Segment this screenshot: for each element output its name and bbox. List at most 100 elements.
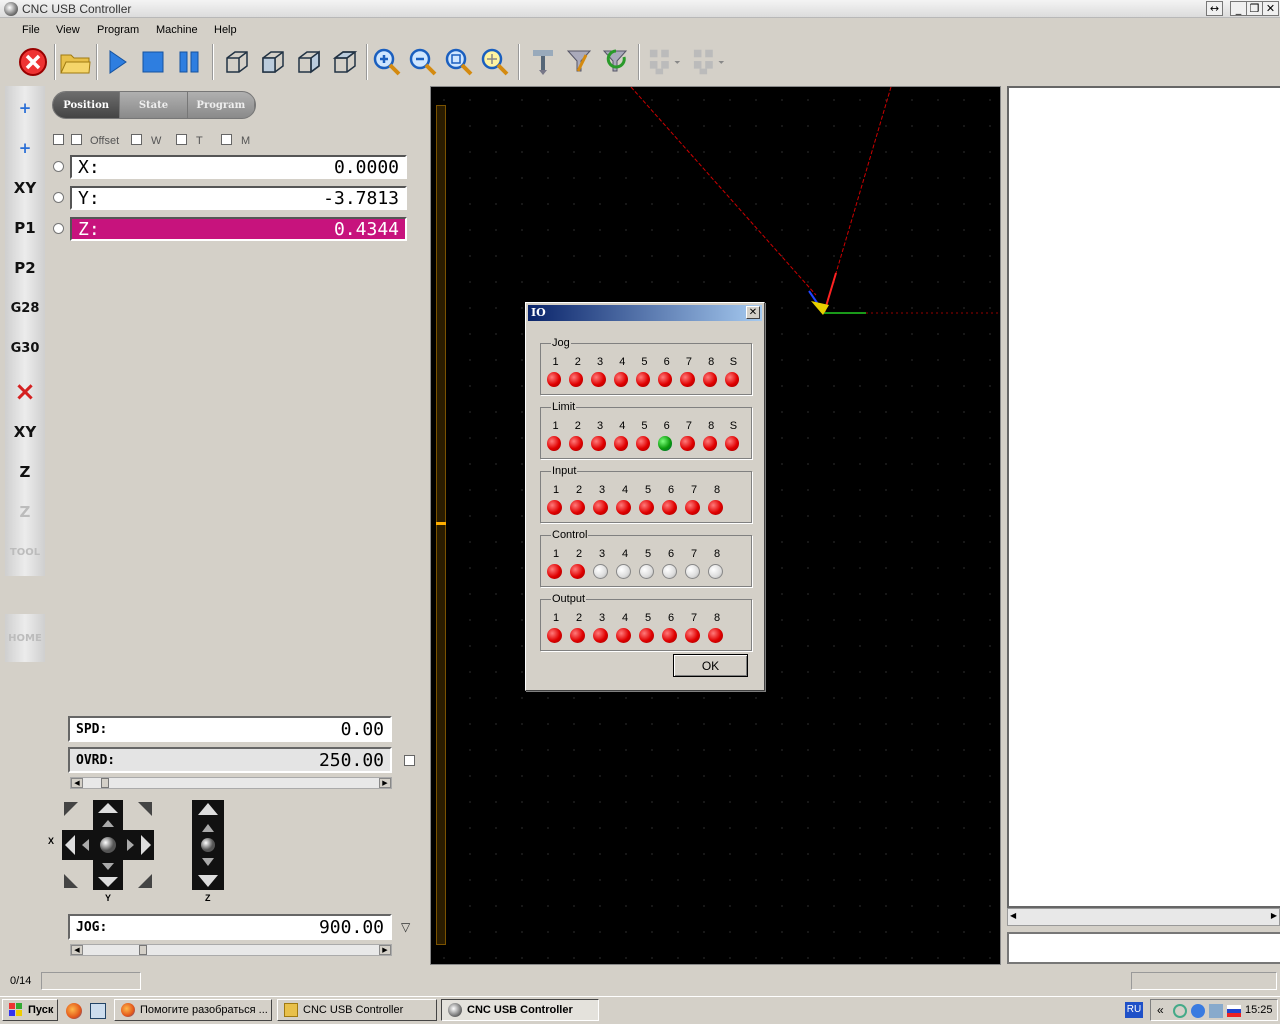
zoom-extent-icon[interactable] (478, 45, 512, 79)
mdi-command-input[interactable] (1007, 932, 1280, 964)
tab-state[interactable]: State (120, 92, 188, 118)
language-indicator[interactable]: RU (1125, 1002, 1143, 1018)
io-led-row (547, 500, 747, 515)
override-checkbox[interactable] (404, 755, 415, 766)
ru-flag-icon[interactable] (1227, 1005, 1241, 1017)
scroll-left-arrow-icon[interactable]: ◀ (1010, 911, 1016, 920)
io-channel-number: 2 (574, 420, 581, 432)
display-icon[interactable] (1209, 1004, 1223, 1018)
cube-iso-icon[interactable] (220, 45, 254, 79)
goto-p2-button[interactable]: P2 (7, 250, 43, 286)
probe-return-icon[interactable] (598, 45, 632, 79)
io-channel-number: 7 (690, 612, 698, 624)
override-value: 250.00 (318, 749, 384, 771)
start-button[interactable]: Пуск (2, 999, 58, 1021)
network-icon[interactable] (1173, 1004, 1187, 1018)
z-axis-readout[interactable]: Z: 0.4344 (70, 217, 407, 241)
select-all-checkbox[interactable] (53, 134, 64, 145)
tool-change-icon[interactable] (526, 45, 560, 79)
desktop-quicklaunch-icon[interactable] (90, 1003, 106, 1019)
y-axis-readout[interactable]: Y: -3.7813 (70, 186, 407, 210)
cube-front-icon[interactable] (256, 45, 290, 79)
goto-p1-button[interactable]: P1 (7, 210, 43, 246)
jog-speed-slider[interactable]: ◀ ▶ (70, 944, 392, 956)
io-led-red-icon (658, 372, 673, 387)
goto-g28-button[interactable]: G28 (7, 290, 43, 326)
xy-jog-pad[interactable] (62, 800, 154, 890)
zoom-out-icon[interactable] (406, 45, 440, 79)
jog-speed-field[interactable]: JOG: 900.00 (68, 914, 392, 940)
y-axis-radio[interactable] (53, 192, 64, 203)
offset-checkbox[interactable] (71, 134, 82, 145)
tool-length-button[interactable]: TOOL (7, 534, 43, 570)
menu-machine[interactable]: Machine (156, 24, 198, 36)
jog-grid-icon[interactable] (648, 45, 682, 79)
goto-xy-zero-button[interactable]: XY (7, 170, 43, 206)
goto-g30-button[interactable]: G30 (7, 330, 43, 366)
z-axis-radio[interactable] (53, 223, 64, 234)
taskbar-item-cnc[interactable]: CNC USB Controller (441, 999, 599, 1021)
play-icon[interactable] (100, 45, 134, 79)
cube-top-icon[interactable] (328, 45, 362, 79)
slider-left-arrow-icon[interactable]: ◀ (71, 945, 83, 955)
slider-left-arrow-icon[interactable]: ◀ (71, 778, 83, 788)
zero-xy-button[interactable]: XY (7, 414, 43, 450)
z-jog-pad[interactable] (192, 800, 224, 890)
override-slider[interactable]: ◀ ▶ (70, 777, 392, 789)
taskbar-item-folder[interactable]: CNC USB Controller (277, 999, 437, 1021)
x-axis-radio[interactable] (53, 161, 64, 172)
x-axis-readout[interactable]: X: 0.0000 (70, 155, 407, 179)
t-checkbox[interactable] (176, 134, 187, 145)
slider-right-arrow-icon[interactable]: ▶ (379, 778, 391, 788)
jog-offset-button[interactable]: + (7, 130, 43, 166)
firefox-quicklaunch-icon[interactable] (66, 1003, 82, 1019)
override-slider-thumb[interactable] (101, 778, 109, 788)
io-dialog-close-icon[interactable]: ✕ (746, 306, 760, 319)
maximize-button[interactable]: ❐ (1246, 1, 1263, 16)
tab-program[interactable]: Program (188, 92, 255, 118)
zero-z-button[interactable]: Z (7, 454, 43, 490)
w-checkbox[interactable] (131, 134, 142, 145)
restore-width-button[interactable]: ↔ (1206, 1, 1223, 16)
jog-grid-dim-icon[interactable] (692, 45, 726, 79)
menu-view[interactable]: View (56, 24, 80, 36)
spindle-field[interactable]: SPD: 0.00 (68, 716, 392, 742)
gcode-listing[interactable] (1007, 86, 1280, 908)
menu-file[interactable]: File (22, 24, 40, 36)
stop-square-icon[interactable] (136, 45, 170, 79)
menu-program[interactable]: Program (97, 24, 139, 36)
cube-side-icon[interactable] (292, 45, 326, 79)
gcode-horizontal-scrollbar[interactable]: ◀ ▶ (1007, 908, 1280, 926)
probe-icon[interactable] (562, 45, 596, 79)
home-button[interactable]: HOME (5, 614, 45, 662)
pause-icon[interactable] (172, 45, 206, 79)
taskbar-item-label: CNC USB Controller (303, 1004, 404, 1016)
update-icon[interactable] (1191, 1004, 1205, 1018)
stop-icon[interactable] (16, 45, 50, 79)
windows-logo-icon (9, 1003, 22, 1016)
probe-z-button[interactable]: Z (7, 494, 43, 530)
tab-position[interactable]: Position (53, 92, 121, 118)
m-checkbox[interactable] (221, 134, 232, 145)
minimize-button[interactable]: _ (1230, 1, 1247, 16)
jog-center-button[interactable]: + (7, 90, 43, 126)
close-button[interactable]: ✕ (1262, 1, 1279, 16)
scroll-right-arrow-icon[interactable]: ▶ (1271, 911, 1277, 920)
zero-all-button[interactable]: × (7, 374, 43, 410)
open-folder-icon[interactable] (58, 45, 92, 79)
io-led-red-icon (708, 628, 723, 643)
io-channel-number: 2 (574, 356, 581, 368)
jog-speed-slider-thumb[interactable] (139, 945, 147, 955)
menu-help[interactable]: Help (214, 24, 237, 36)
ok-button[interactable]: OK (673, 654, 748, 677)
left-command-bar: + + XY P1 P2 G28 G30 × XY Z Z TOOL (5, 86, 45, 576)
override-field[interactable]: OVRD: 250.00 (68, 747, 392, 773)
taskbar-item-browser[interactable]: Помогите разобраться ... (114, 999, 272, 1021)
io-channel-number: 6 (667, 548, 675, 560)
zoom-fit-icon[interactable] (442, 45, 476, 79)
jog-speed-dropdown-icon[interactable]: ▽ (401, 920, 410, 934)
jog-x-label: X (48, 836, 55, 846)
slider-right-arrow-icon[interactable]: ▶ (379, 945, 391, 955)
zoom-in-icon[interactable] (370, 45, 404, 79)
tray-expand-icon[interactable]: « (1157, 1003, 1164, 1017)
